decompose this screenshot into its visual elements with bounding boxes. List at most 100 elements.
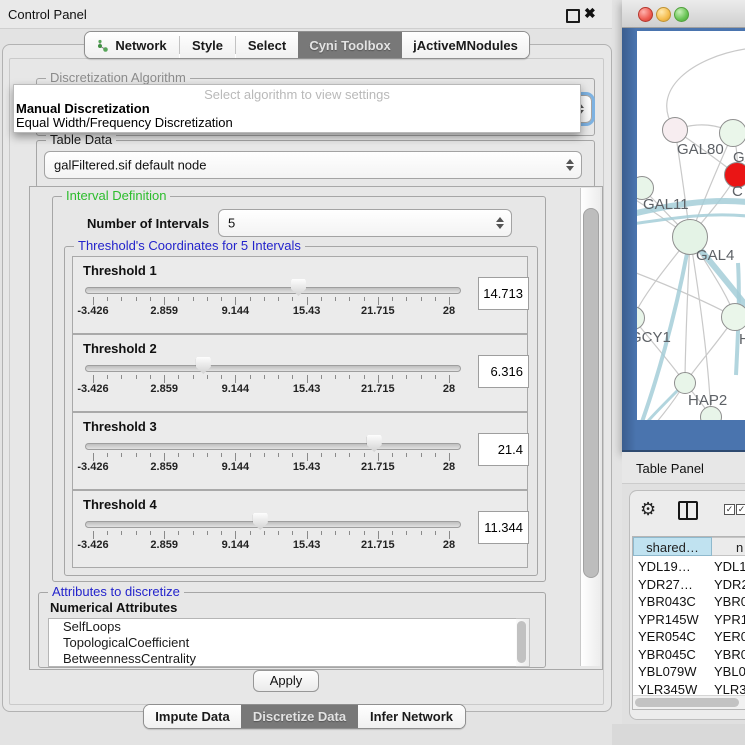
- slider-tick: [421, 375, 422, 379]
- cell-name: YDR2: [714, 577, 745, 592]
- slider-tick: [164, 297, 165, 305]
- table-row[interactable]: YDR27…YDR2: [633, 576, 745, 594]
- tab-label: Discretize Data: [253, 709, 346, 724]
- popup-option[interactable]: Equal Width/Frequency Discretization: [16, 115, 233, 130]
- slider-tick: [335, 453, 336, 457]
- tab-style[interactable]: Style: [180, 32, 235, 58]
- slider-track[interactable]: [85, 365, 461, 372]
- slider-tick: [207, 453, 208, 457]
- network-node[interactable]: [662, 117, 688, 143]
- slider-tick: [93, 297, 94, 305]
- slider-tick: [349, 375, 350, 379]
- scrollbar-thumb[interactable]: [635, 698, 739, 707]
- combo-value: galFiltered.sif default node: [54, 158, 206, 173]
- slider-tick: [107, 531, 108, 535]
- slider-tick: [250, 297, 251, 301]
- slider-tick: [207, 375, 208, 379]
- network-node[interactable]: [721, 303, 745, 331]
- network-node[interactable]: [674, 372, 696, 394]
- select-all-check-icon[interactable]: ✓: [736, 504, 745, 515]
- cell-name: YLR3: [714, 682, 745, 695]
- network-canvas[interactable]: GAL80GACGAL11GAL4GCY1HHAP2: [637, 31, 745, 420]
- slider-tick: [121, 375, 122, 379]
- table-row[interactable]: YBR045CYBR0: [633, 646, 745, 664]
- threshold-value-field[interactable]: 6.316: [478, 355, 529, 388]
- slider-tick: [435, 297, 436, 301]
- slider-tick: [221, 375, 222, 379]
- slider-tick: [321, 531, 322, 535]
- slider-tick: [378, 531, 379, 539]
- attribute-list-item[interactable]: SelfLoops: [49, 619, 517, 635]
- slider-track[interactable]: [85, 287, 461, 294]
- horizontal-scrollbar[interactable]: [633, 695, 745, 709]
- attributes-list-scrollbar[interactable]: [516, 618, 530, 667]
- slider-tick: [307, 531, 308, 539]
- slider-track[interactable]: [85, 521, 461, 528]
- tab-cyni-toolbox[interactable]: Cyni Toolbox: [298, 32, 402, 58]
- threshold-value-field[interactable]: 21.4: [478, 433, 529, 466]
- float-window-icon[interactable]: [566, 9, 580, 23]
- tab-label: Select: [248, 38, 286, 53]
- column-header-name[interactable]: n…: [712, 537, 745, 556]
- tab-discretize-data[interactable]: Discretize Data: [241, 705, 358, 728]
- slider-tick: [107, 375, 108, 379]
- tab-jactivemnodules[interactable]: jActiveMNodules: [402, 32, 529, 58]
- popup-prompt-option[interactable]: Select algorithm to view settings: [14, 87, 580, 102]
- table-data-combo[interactable]: galFiltered.sif default node: [44, 151, 582, 179]
- close-traffic-light-icon[interactable]: [638, 7, 653, 22]
- slider-tick: [235, 531, 236, 539]
- threshold-value-field[interactable]: 11.344: [478, 511, 529, 544]
- slider-track[interactable]: [85, 443, 461, 450]
- table-row[interactable]: YLR345W YLR3: [633, 681, 745, 695]
- cell-shared-name: YBR043C: [638, 594, 696, 609]
- vertical-scrollbar[interactable]: [580, 188, 600, 666]
- scrollbar-thumb[interactable]: [583, 208, 599, 578]
- slider-tick-label: 28: [443, 539, 455, 551]
- number-of-intervals-combo[interactable]: 5: [218, 209, 512, 237]
- tab-label: jActiveMNodules: [413, 38, 518, 53]
- tab-select[interactable]: Select: [236, 32, 298, 58]
- popup-option[interactable]: Manual Discretization: [16, 101, 150, 116]
- slider-tick: [121, 531, 122, 535]
- minimize-traffic-light-icon[interactable]: [656, 7, 671, 22]
- column-header-shared-name[interactable]: shared…: [633, 537, 712, 556]
- zoom-traffic-light-icon[interactable]: [674, 7, 689, 22]
- table-row[interactable]: YBL079WYBL0: [633, 663, 745, 681]
- cell-shared-name: YER054C: [638, 629, 696, 644]
- tab-infer-network[interactable]: Infer Network: [358, 705, 465, 728]
- slider-tick: [93, 375, 94, 383]
- scrollbar-thumb[interactable]: [517, 621, 526, 663]
- table-row[interactable]: YER054CYER0: [633, 628, 745, 646]
- slider-tick-label: 2.859: [150, 383, 178, 395]
- slider-tick-label: 9.144: [222, 305, 250, 317]
- cell-shared-name: YLR345W: [638, 682, 697, 695]
- gear-icon[interactable]: ⚙: [640, 499, 656, 520]
- number-of-intervals-label: Number of Intervals: [87, 216, 209, 231]
- slider-tick: [364, 297, 365, 301]
- tab-impute-data[interactable]: Impute Data: [144, 705, 241, 728]
- table-row[interactable]: YDL19…YDL1: [633, 558, 745, 576]
- slider-tick: [406, 297, 407, 301]
- select-columns-check-icon[interactable]: ✓: [724, 504, 735, 515]
- tab-label: Style: [192, 38, 223, 53]
- slider-tick: [264, 297, 265, 301]
- node-table: shared… n… YDL19…YDL1YDR27…YDR2YBR043CYB…: [632, 536, 745, 710]
- cell-name: YPR1: [714, 612, 745, 627]
- slider-tick-label: -3.426: [77, 383, 108, 395]
- threshold-value-field[interactable]: 14.713: [478, 277, 529, 310]
- network-window-titlebar[interactable]: [622, 0, 745, 28]
- attribute-list-item[interactable]: BetweennessCentrality: [49, 651, 517, 667]
- tab-network[interactable]: Network: [85, 32, 179, 58]
- slider-tick-label: 21.715: [361, 461, 395, 473]
- threshold-label: Threshold 4: [83, 497, 157, 512]
- table-row[interactable]: YBR043CYBR0: [633, 593, 745, 611]
- table-row[interactable]: YPR145WYPR1: [633, 611, 745, 629]
- slider-tick: [449, 297, 450, 305]
- close-icon[interactable]: ✖: [584, 5, 596, 22]
- slider-tick: [193, 375, 194, 379]
- slider-tick: [321, 297, 322, 301]
- apply-button[interactable]: Apply: [253, 670, 319, 692]
- numerical-attributes-list[interactable]: SelfLoopsTopologicalCoefficientBetweenne…: [48, 618, 518, 667]
- columns-icon[interactable]: [678, 501, 698, 520]
- attribute-list-item[interactable]: TopologicalCoefficient: [49, 635, 517, 651]
